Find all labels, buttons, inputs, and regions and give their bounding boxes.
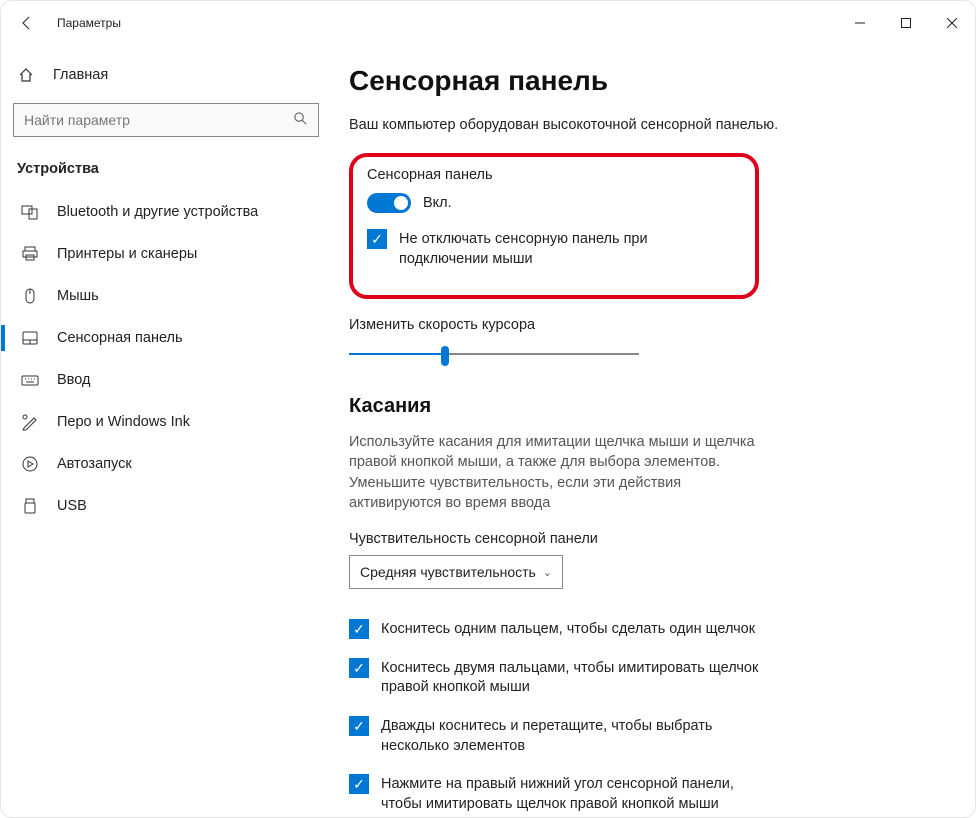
app-title: Параметры (57, 16, 121, 30)
touches-description: Используйте касания для имитации щелчка … (349, 432, 769, 513)
keep-on-mouse-checkbox[interactable]: ✓ (367, 229, 387, 249)
sidebar-item-label: Автозапуск (57, 456, 132, 472)
devices-icon (21, 203, 39, 221)
sidebar-item-touchpad[interactable]: Сенсорная панель (9, 317, 323, 359)
main-panel: Сенсорная панель Ваш компьютер оборудова… (331, 45, 975, 817)
sidebar-item-label: Bluetooth и другие устройства (57, 204, 258, 220)
check-label: Коснитесь одним пальцем, чтобы сделать о… (381, 619, 755, 640)
cursor-speed-label: Изменить скорость курсора (349, 317, 945, 333)
titlebar: Параметры (1, 1, 975, 45)
touchpad-group-label: Сенсорная панель (367, 167, 741, 183)
touch-options: ✓ Коснитесь одним пальцем, чтобы сделать… (349, 619, 945, 814)
keep-on-mouse-label: Не отключать сенсорную панель при подклю… (399, 229, 741, 269)
check-label: Дважды коснитесь и перетащите, чтобы выб… (381, 716, 769, 756)
sidebar-item-usb[interactable]: USB (9, 485, 323, 527)
press-corner-checkbox[interactable]: ✓ (349, 774, 369, 794)
sidebar-item-label: USB (57, 498, 87, 514)
tap-two-finger-checkbox[interactable]: ✓ (349, 658, 369, 678)
maximize-button[interactable] (883, 1, 929, 45)
highlight-box: Сенсорная панель Вкл. ✓ Не отключать сен… (349, 153, 759, 299)
search-placeholder: Найти параметр (24, 112, 130, 128)
search-icon (293, 111, 308, 129)
keyboard-icon (21, 371, 39, 389)
close-button[interactable] (929, 1, 975, 45)
page-subtitle: Ваш компьютер оборудован высокоточной се… (349, 117, 945, 133)
touchpad-toggle-state: Вкл. (423, 195, 452, 211)
sensitivity-dropdown[interactable]: Средняя чувствительность ⌄ (349, 555, 563, 589)
double-tap-drag-checkbox[interactable]: ✓ (349, 716, 369, 736)
sidebar-item-typing[interactable]: Ввод (9, 359, 323, 401)
sidebar-item-mouse[interactable]: Мышь (9, 275, 323, 317)
sidebar-item-autoplay[interactable]: Автозапуск (9, 443, 323, 485)
check-label: Коснитесь двумя пальцами, чтобы имитиров… (381, 658, 769, 698)
minimize-button[interactable] (837, 1, 883, 45)
sidebar-section-label: Устройства (9, 155, 323, 191)
check-label: Нажмите на правый нижний угол сенсорной … (381, 774, 769, 814)
sidebar-item-label: Ввод (57, 372, 90, 388)
sidebar: Главная Найти параметр Устройства Blueto… (1, 45, 331, 817)
home-icon (17, 67, 35, 83)
cursor-speed-slider[interactable] (349, 343, 639, 367)
sidebar-item-label: Перо и Windows Ink (57, 414, 190, 430)
sensitivity-value: Средняя чувствительность (360, 564, 536, 580)
window-controls (837, 1, 975, 45)
search-input[interactable]: Найти параметр (13, 103, 319, 137)
autoplay-icon (21, 455, 39, 473)
touches-heading: Касания (349, 395, 945, 418)
sidebar-item-label: Принтеры и сканеры (57, 246, 197, 262)
chevron-down-icon: ⌄ (543, 566, 552, 579)
printer-icon (21, 245, 39, 263)
back-button[interactable] (19, 15, 35, 31)
tap-one-finger-checkbox[interactable]: ✓ (349, 619, 369, 639)
sidebar-item-label: Сенсорная панель (57, 330, 183, 346)
sidebar-home-label: Главная (53, 67, 108, 83)
pen-icon (21, 413, 39, 431)
touchpad-icon (21, 329, 39, 347)
page-title: Сенсорная панель (349, 65, 945, 97)
touchpad-toggle[interactable] (367, 193, 411, 213)
sidebar-item-pen[interactable]: Перо и Windows Ink (9, 401, 323, 443)
mouse-icon (21, 287, 39, 305)
sidebar-home[interactable]: Главная (9, 59, 323, 91)
sidebar-item-label: Мышь (57, 288, 99, 304)
usb-icon (21, 497, 39, 515)
sidebar-item-printers[interactable]: Принтеры и сканеры (9, 233, 323, 275)
sidebar-item-bluetooth[interactable]: Bluetooth и другие устройства (9, 191, 323, 233)
sensitivity-label: Чувствительность сенсорной панели (349, 531, 945, 547)
